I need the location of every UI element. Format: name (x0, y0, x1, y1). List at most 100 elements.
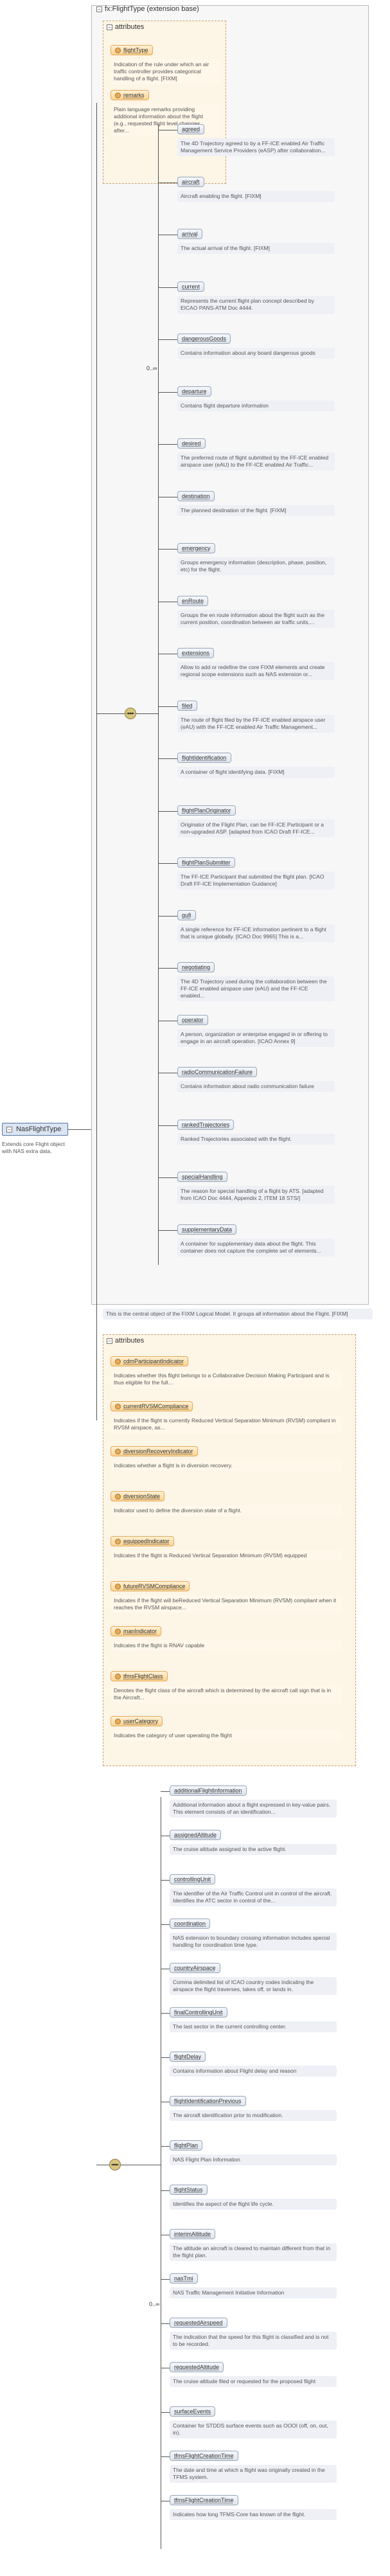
node-label: additionalFlightInformation (174, 1787, 242, 1794)
branch-connector (158, 549, 177, 550)
node-label: tfmsFlightCreationTime (174, 2453, 234, 2459)
node-description: Indicates whether a flight is in diversi… (111, 1460, 342, 1471)
attribute-remarks[interactable]: remarks (111, 90, 149, 101)
attribute-flight-type[interactable]: flightType (111, 45, 153, 56)
node-label: flightIdentificationPrevious (174, 2098, 242, 2104)
node-description: Indicates whether this flight belongs to… (111, 1370, 342, 1388)
root-element-box[interactable]: − NasFlightType (2, 1123, 68, 1136)
node-description: Indicates if the flight is RNAV capable (111, 1640, 342, 1651)
element-nas-tmi[interactable]: nasTmi (170, 2273, 198, 2284)
node-label: flightStatus (174, 2187, 203, 2193)
element-requested-airspeed[interactable]: requestedAirspeed (170, 2318, 227, 2328)
node-description: Container for STDDS surface events such … (170, 2420, 337, 2438)
element-departure[interactable]: departure (177, 386, 211, 397)
element-flight-delay[interactable]: flightDelay (170, 2052, 206, 2062)
node-description: The reason for special handling of a fli… (177, 1186, 335, 1204)
extension-title: − fx:FlightType (extension base) (96, 5, 199, 13)
element-surface-events[interactable]: surfaceEvents (170, 2406, 216, 2417)
element-flight-identification[interactable]: flightIdentification (177, 753, 231, 763)
attribute-icon (115, 1584, 121, 1590)
element-flight-plan-originator[interactable]: flightPlanOriginator (177, 805, 236, 816)
node-label: departure (182, 388, 207, 395)
element-coordination[interactable]: coordination (170, 1919, 211, 1929)
expand-toggle-icon[interactable]: − (6, 1127, 12, 1132)
attribute-user-category[interactable]: userCategory (111, 1716, 163, 1727)
element-ranked-trajectories[interactable]: rankedTrajectories (177, 1119, 235, 1130)
root-connector (68, 1129, 91, 1130)
node-description: The actual arrival of the flight. [FIXM] (177, 243, 335, 254)
element-interim-altitude[interactable]: interimAltitude (170, 2229, 216, 2239)
branch-connector (161, 2190, 170, 2191)
element-country-airspace[interactable]: countryAirspace (170, 1963, 220, 1973)
attribute-icon (115, 93, 121, 99)
node-label: finalControllingUnit (174, 2009, 223, 2016)
element-controlling-unit[interactable]: controllingUnit (170, 1874, 216, 1884)
element-flight-status[interactable]: flightStatus (170, 2185, 208, 2195)
node-description: The 4D Trajectory used during the collab… (177, 976, 335, 1001)
node-label: coordination (174, 1920, 206, 1927)
element-negotiating[interactable]: negotiating (177, 962, 215, 972)
node-description: Groups the en route information about th… (177, 609, 335, 628)
element-extensions[interactable]: extensions (177, 648, 215, 658)
element-en-route[interactable]: enRoute (177, 595, 209, 606)
node-label: operator (182, 1016, 204, 1023)
node-label: rankedTrajectories (182, 1121, 230, 1128)
element-aircraft[interactable]: aircraft (177, 176, 204, 187)
branch-connector (158, 863, 177, 864)
branch-connector (161, 1880, 170, 1881)
attribute-current-rvsmcompliance[interactable]: currentRVSMCompliance (111, 1401, 193, 1412)
branch-connector (158, 287, 177, 288)
element-requested-altitude[interactable]: requestedAltitude (170, 2362, 224, 2372)
branch-connector (161, 2057, 170, 2058)
node-description: Additional information about a flight ex… (170, 1800, 337, 1818)
attribute-icon (115, 1674, 121, 1680)
attribute-diversion-recovery-indicator[interactable]: diversionRecoveryIndicator (111, 1446, 198, 1457)
attribute-tfms-flight-class[interactable]: tfmsFlightClass (111, 1671, 168, 1682)
node-description: Indication of the rule under which an ai… (111, 59, 220, 84)
attribute-icon (115, 48, 121, 54)
node-label: flightPlanSubmitter (182, 859, 231, 866)
node-description: Groups emergency information (descriptio… (177, 557, 335, 575)
element-flight-identification-previous[interactable]: flightIdentificationPrevious (170, 2096, 246, 2106)
attribute-diversion-state[interactable]: diversionState (111, 1491, 165, 1502)
element-arrival[interactable]: arrival (177, 229, 202, 239)
node-description: Indicates if the flight will beReduced V… (111, 1595, 342, 1613)
element-assigned-altitude[interactable]: assignedAltitude (170, 1830, 222, 1840)
collapse-toggle-icon[interactable]: − (107, 24, 112, 30)
attribute-cdm-participant-indicator[interactable]: cdmParticipantIndicator (111, 1356, 189, 1367)
branch-connector (158, 1177, 177, 1178)
attribute-equipped-indicator[interactable]: equippedIndicator (111, 1536, 174, 1547)
element-operator[interactable]: operator (177, 1014, 208, 1025)
element-current[interactable]: current (177, 281, 205, 292)
element-flight-plan-submitter[interactable]: flightPlanSubmitter (177, 857, 235, 868)
node-description: Indicates the category of user operating… (111, 1730, 342, 1741)
element-additional-flight-information[interactable]: additionalFlightInformation (170, 1785, 247, 1796)
collapse-toggle-icon[interactable]: − (96, 6, 102, 12)
element-tfms-flight-creation-time[interactable]: tfmsFlightCreationTime (170, 2495, 238, 2505)
node-label: requestedAirspeed (174, 2320, 223, 2326)
element-destination[interactable]: destination (177, 490, 215, 501)
element-special-handling[interactable]: specialHandling (177, 1172, 227, 1182)
attribute-man-indicator[interactable]: manIndicator (111, 1626, 162, 1637)
element-final-controlling-unit[interactable]: finalControllingUnit (170, 2007, 227, 2017)
element-desired[interactable]: desired (177, 438, 206, 449)
node-label: currentRVSMCompliance (123, 1403, 189, 1409)
node-label: negotiating (182, 964, 211, 970)
node-description: The preferred route of flight submitted … (177, 452, 335, 470)
element-agreed[interactable]: agreed (177, 124, 205, 134)
element-tfms-flight-creation-time[interactable]: tfmsFlightCreationTime (170, 2451, 238, 2461)
collapse-toggle-icon[interactable]: − (107, 1338, 112, 1344)
element-supplementary-data[interactable]: supplementaryData (177, 1224, 237, 1235)
base-attributes-header: − attributes (107, 23, 144, 31)
node-description: Contains information about Flight delay … (170, 2066, 337, 2077)
attribute-future-rvsmcompliance[interactable]: futureRVSMCompliance (111, 1581, 190, 1592)
element-flight-plan[interactable]: flightPlan (170, 2140, 203, 2151)
node-description: The indication that the speed for this f… (170, 2332, 337, 2350)
element-gufi[interactable]: gufi (177, 909, 196, 920)
element-filed[interactable]: filed (177, 700, 197, 711)
node-label: agreed (182, 126, 200, 132)
element-radio-communication-failure[interactable]: radioCommunicationFailure (177, 1067, 258, 1077)
element-emergency[interactable]: emergency (177, 543, 215, 553)
element-dangerous-goods[interactable]: dangerousGoods (177, 334, 231, 344)
node-label: manIndicator (123, 1628, 157, 1634)
